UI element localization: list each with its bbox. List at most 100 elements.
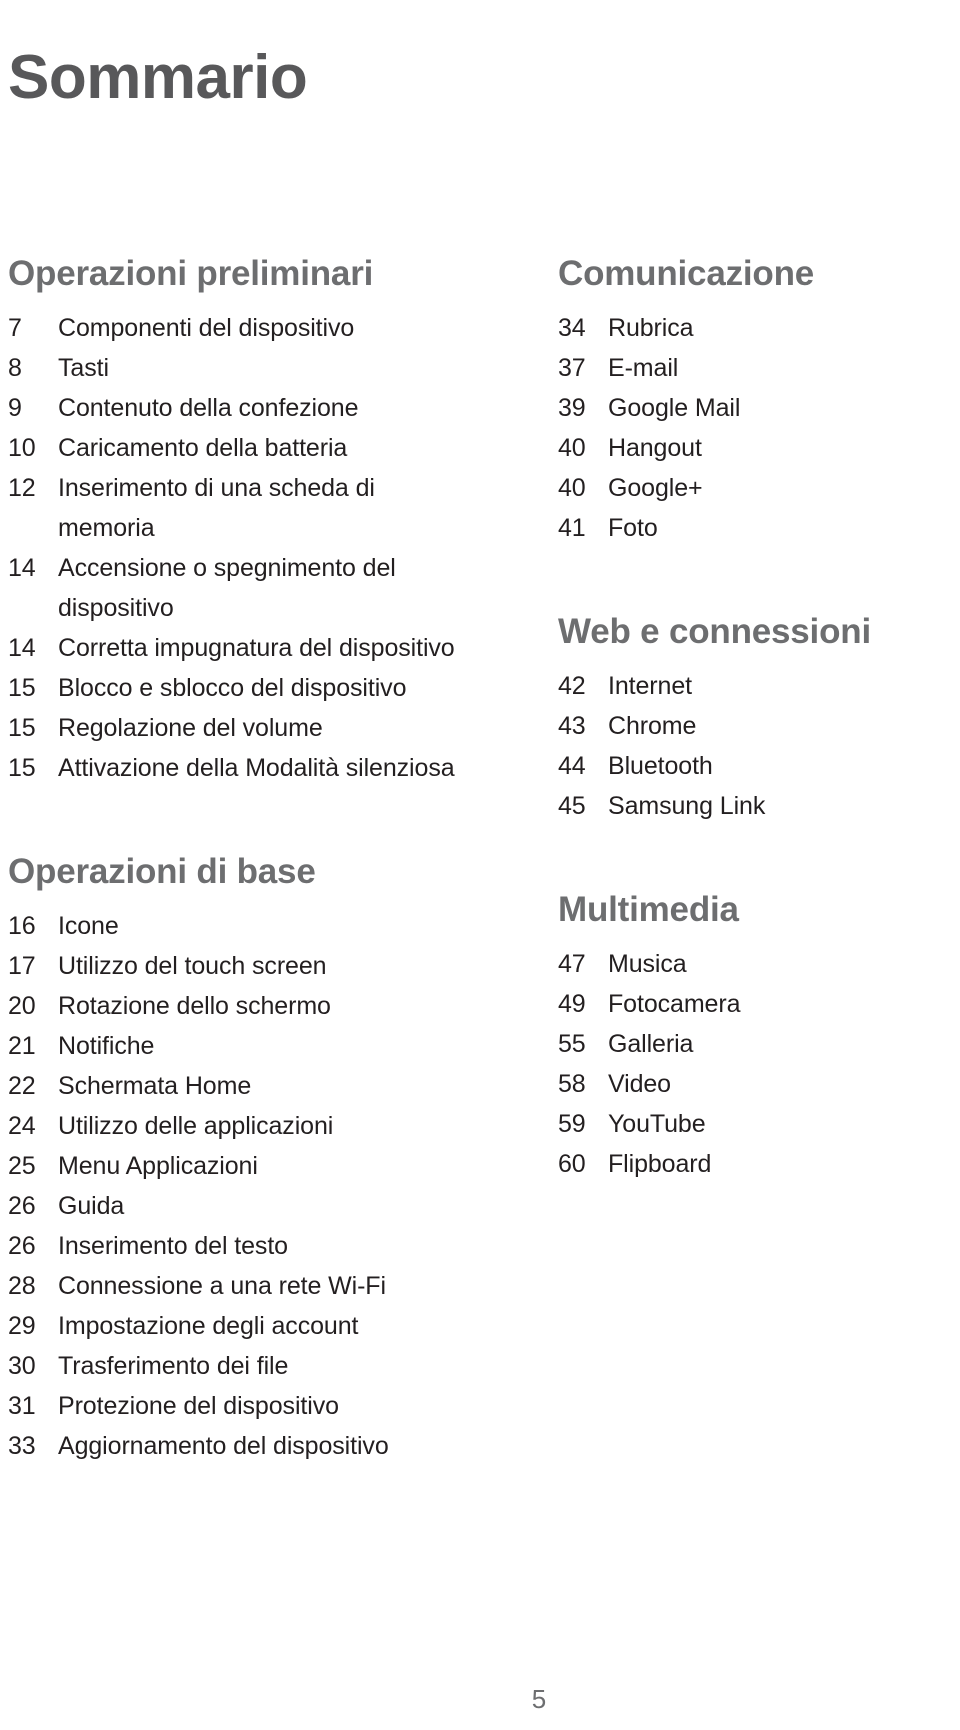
toc-entry[interactable]: 16 Icone <box>8 906 468 946</box>
toc-entry-page-number: 16 <box>8 912 36 940</box>
toc-entry-page-number: 44 <box>558 752 586 780</box>
toc-section: Comunicazione 34 Rubrica 37 E-mail 39 Google M… <box>558 252 958 548</box>
toc-entry-label: Internet <box>608 672 692 700</box>
toc-entry[interactable]: 47 Musica <box>558 944 958 984</box>
toc-entry-page-number: 7 <box>8 314 22 342</box>
toc-entry[interactable]: 26 Inserimento del testo <box>8 1226 468 1266</box>
toc-entry-page-number: 26 <box>8 1232 36 1260</box>
toc-section: Web e connessioni 42 Internet 43 Chrome 44 Blu… <box>558 610 958 826</box>
toc-left-sections: Operazioni preliminari 7 Componenti del di… <box>8 252 468 1466</box>
toc-entry[interactable]: 37 E-mail <box>558 348 958 388</box>
toc-entry[interactable]: 31 Protezione del dispositivo <box>8 1386 468 1426</box>
toc-entry-page-number: 49 <box>558 990 586 1018</box>
toc-entry[interactable]: 15 Attivazione della Modalità silenziosa <box>8 748 468 788</box>
toc-entry-label: E-mail <box>608 354 679 382</box>
toc-entry[interactable]: 17 Utilizzo del touch screen <box>8 946 468 986</box>
toc-entry-page-number: 45 <box>558 792 586 820</box>
toc-section-heading: Comunicazione <box>558 254 815 293</box>
toc-entry-label: Foto <box>608 514 658 542</box>
toc-entry-label: Notifiche <box>58 1032 155 1060</box>
toc-entry[interactable]: 41 Foto <box>558 508 958 548</box>
toc-entry-label: Rotazione dello schermo <box>58 992 331 1020</box>
toc-entry-label: Impostazione degli account <box>58 1312 359 1340</box>
toc-entry-page-number: 17 <box>8 952 36 980</box>
toc-entry-page-number: 30 <box>8 1352 36 1380</box>
toc-entry[interactable]: 15 Blocco e sblocco del dispositivo <box>8 668 468 708</box>
toc-entry[interactable]: 25 Menu Applicazioni <box>8 1146 468 1186</box>
toc-list: 34 Rubrica 37 E-mail 39 Google Mail 40 Hangout 4… <box>558 308 958 548</box>
toc-entry-label: Protezione del dispositivo <box>58 1392 339 1420</box>
toc-entry[interactable]: 58 Video <box>558 1064 958 1104</box>
toc-list: 7 Componenti del dispositivo 8 Tasti 9 Conten… <box>8 308 468 788</box>
toc-list: 42 Internet 43 Chrome 44 Bluetooth 45 Samsung L… <box>558 666 958 826</box>
toc-entry-page-number: 39 <box>558 394 586 422</box>
toc-entry-label: Trasferimento dei file <box>58 1352 289 1380</box>
toc-entry[interactable]: 29 Impostazione degli account <box>8 1306 468 1346</box>
toc-right-sections: Comunicazione 34 Rubrica 37 E-mail 39 Google M… <box>558 252 958 1184</box>
toc-entry[interactable]: 22 Schermata Home <box>8 1066 468 1106</box>
toc-entry-page-number: 29 <box>8 1312 36 1340</box>
toc-entry[interactable]: 12 Inserimento di una scheda di memoria <box>8 468 468 548</box>
toc-entry-page-number: 55 <box>558 1030 586 1058</box>
toc-entry-label: Tasti <box>58 354 109 382</box>
toc-entry[interactable]: 55 Galleria <box>558 1024 958 1064</box>
toc-entry-page-number: 31 <box>8 1392 36 1420</box>
toc-entry-page-number: 22 <box>8 1072 36 1100</box>
toc-entry[interactable]: 10 Caricamento della batteria <box>8 428 468 468</box>
toc-entry-page-number: 20 <box>8 992 36 1020</box>
toc-entry-label: Regolazione del volume <box>58 714 323 742</box>
toc-entry[interactable]: 34 Rubrica <box>558 308 958 348</box>
toc-entry[interactable]: 30 Trasferimento dei file <box>8 1346 468 1386</box>
toc-entry-label: Componenti del dispositivo <box>58 314 355 342</box>
toc-entry-label: Rubrica <box>608 314 694 342</box>
table-of-contents-page: Sommario Operazioni preliminari 7 Componen… <box>0 0 960 1730</box>
toc-entry[interactable]: 49 Fotocamera <box>558 984 958 1024</box>
toc-entry-page-number: 60 <box>558 1150 586 1178</box>
toc-entry-page-number: 21 <box>8 1032 36 1060</box>
toc-entry-label: Schermata Home <box>58 1072 252 1100</box>
toc-entry[interactable]: 21 Notifiche <box>8 1026 468 1066</box>
toc-entry[interactable]: 40 Google+ <box>558 468 958 508</box>
toc-section: Operazioni preliminari 7 Componenti del di… <box>8 252 468 788</box>
toc-entry-page-number: 42 <box>558 672 586 700</box>
toc-entry-label: Contenuto della confezione <box>58 394 359 422</box>
toc-entry[interactable]: 45 Samsung Link <box>558 786 958 826</box>
toc-entry[interactable]: 20 Rotazione dello schermo <box>8 986 468 1026</box>
toc-entry[interactable]: 42 Internet <box>558 666 958 706</box>
toc-entry[interactable]: 40 Hangout <box>558 428 958 468</box>
toc-entry[interactable]: 14 Corretta impugnatura del dispositivo <box>8 628 468 668</box>
toc-entry-page-number: 15 <box>8 714 36 742</box>
toc-entry-label: Icone <box>58 912 119 940</box>
toc-entry-page-number: 12 <box>8 474 36 502</box>
toc-entry[interactable]: 28 Connessione a una rete Wi-Fi <box>8 1266 468 1306</box>
toc-entry-page-number: 25 <box>8 1152 36 1180</box>
toc-entry[interactable]: 26 Guida <box>8 1186 468 1226</box>
toc-entry[interactable]: 43 Chrome <box>558 706 958 746</box>
toc-entry[interactable]: 39 Google Mail <box>558 388 958 428</box>
toc-entry[interactable]: 14 Accensione o spegnimento del dispositi… <box>8 548 468 628</box>
toc-entry-label: Bluetooth <box>608 752 713 780</box>
toc-entry-label: Utilizzo del touch screen <box>58 952 327 980</box>
footer-page-number: 5 <box>531 1684 547 1714</box>
toc-section-heading: Operazioni di base <box>8 852 316 891</box>
toc-entry[interactable]: 59 YouTube <box>558 1104 958 1144</box>
toc-entry-label: Menu Applicazioni <box>58 1152 258 1180</box>
toc-entry-label: Blocco e sblocco del dispositivo <box>58 674 407 702</box>
toc-entry[interactable]: 60 Flipboard <box>558 1144 958 1184</box>
toc-entry[interactable]: 9 Contenuto della confezione <box>8 388 468 428</box>
toc-list: 47 Musica 49 Fotocamera 55 Galleria 58 Video 59 Y… <box>558 944 958 1184</box>
toc-entry-page-number: 41 <box>558 514 586 542</box>
toc-entry-page-number: 14 <box>8 634 36 662</box>
toc-section: Operazioni di base 16 Icone 17 Utilizzo del … <box>8 850 468 1466</box>
toc-entry[interactable]: 7 Componenti del dispositivo <box>8 308 468 348</box>
toc-entry[interactable]: 8 Tasti <box>8 348 468 388</box>
toc-entry-page-number: 40 <box>558 434 586 462</box>
toc-entry[interactable]: 24 Utilizzo delle applicazioni <box>8 1106 468 1146</box>
toc-entry-label: Galleria <box>608 1030 694 1058</box>
toc-entry[interactable]: 15 Regolazione del volume <box>8 708 468 748</box>
toc-section-heading: Operazioni preliminari <box>8 254 374 293</box>
toc-entry[interactable]: 33 Aggiornamento del dispositivo <box>8 1426 468 1466</box>
toc-entry-page-number: 34 <box>558 314 586 342</box>
toc-entry[interactable]: 44 Bluetooth <box>558 746 958 786</box>
toc-list: 16 Icone 17 Utilizzo del touch screen 20 Rota… <box>8 906 468 1466</box>
